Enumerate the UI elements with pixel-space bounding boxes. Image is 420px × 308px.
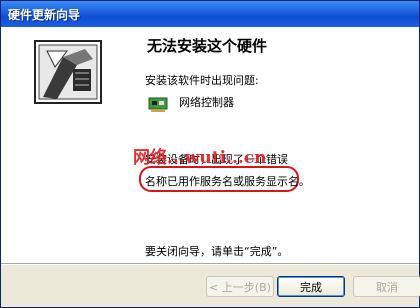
error-message-line2: 名称已用作服务名或服务显示名。	[145, 175, 310, 188]
wizard-window: 硬件更新向导 无法安装这个硬件 安装该软件时出现问题: 网络控制器 安装设备时，…	[0, 0, 420, 308]
title-bar[interactable]: 硬件更新向导	[1, 1, 419, 27]
finish-button[interactable]: 完成	[277, 276, 345, 297]
watermark: 网络...wuti...cn	[133, 148, 267, 168]
network-card-icon	[148, 97, 168, 112]
wizard-side-panel	[1, 27, 139, 263]
wizard-content: 无法安装这个硬件 安装该软件时出现问题: 网络控制器 安装设备时，出现了一个错误…	[133, 27, 419, 263]
finish-hint: 要关闭向导，请单击“完成”。	[145, 245, 289, 258]
device-name: 网络控制器	[179, 96, 234, 109]
button-divider	[1, 263, 419, 265]
back-button[interactable]: < 上一步(B)	[206, 276, 274, 297]
window-title: 硬件更新向导	[8, 8, 81, 22]
page-title: 无法安装这个硬件	[147, 37, 268, 55]
hardware-wizard-icon	[34, 40, 102, 104]
cancel-button[interactable]: 取消	[353, 276, 420, 297]
problem-label: 安装该软件时出现问题:	[145, 74, 259, 87]
